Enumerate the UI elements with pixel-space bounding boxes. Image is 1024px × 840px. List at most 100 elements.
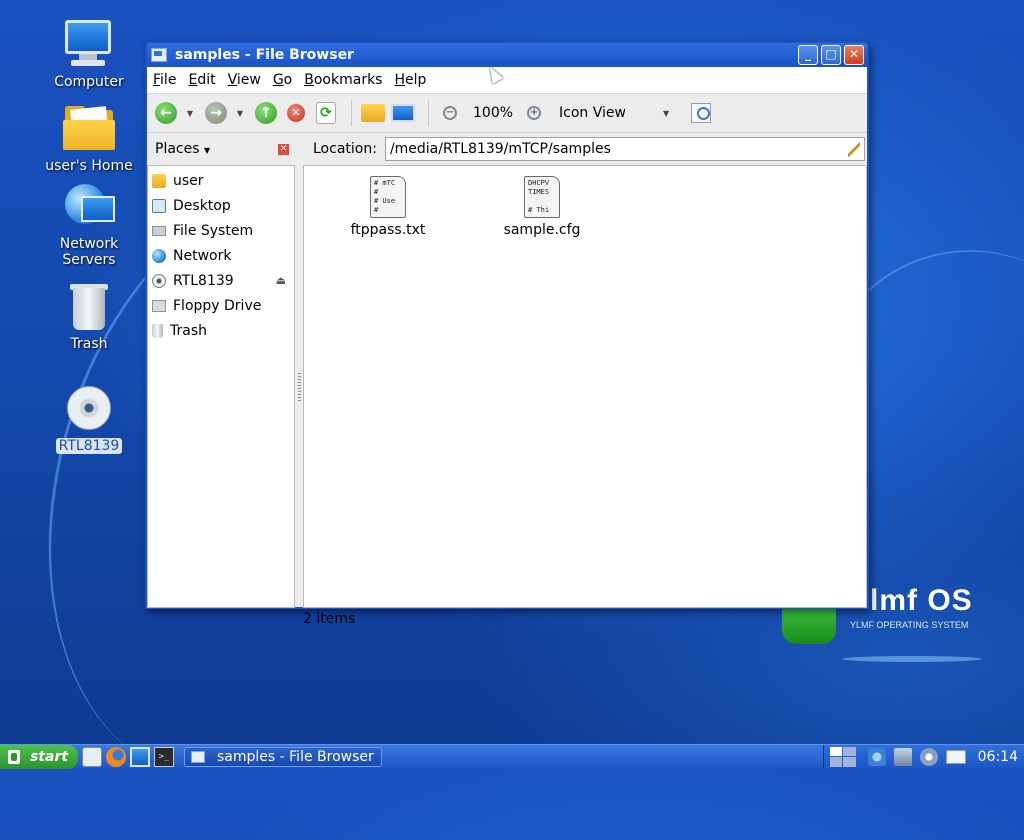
menu-bar: File Edit View Go Bookmarks Help — [147, 67, 867, 94]
title-bar[interactable]: samples - File Browser _ □ ✕ — [147, 43, 867, 67]
sidebar-item-label: Desktop — [173, 197, 231, 214]
file-item[interactable]: # mTC # # Use # ftppass.txt — [328, 176, 448, 238]
menu-view[interactable]: View — [228, 72, 261, 88]
sidebar-item-network[interactable]: Network — [148, 243, 294, 268]
desktop-icon-trash[interactable]: Trash — [34, 282, 144, 352]
places-title: Places — [155, 141, 200, 157]
logo-subtitle: YLMF OPERATING SYSTEM — [850, 620, 969, 630]
start-button[interactable]: start — [0, 744, 78, 769]
places-header: Places ▼ ✕ — [147, 141, 295, 157]
maximize-button[interactable]: □ — [821, 45, 841, 65]
zoom-in-icon: + — [527, 106, 542, 120]
folder-icon — [152, 173, 166, 188]
window-icon — [191, 750, 205, 763]
menu-file[interactable]: File — [153, 72, 176, 88]
menu-go[interactable]: Go — [273, 72, 292, 88]
window-title: samples - File Browser — [175, 47, 354, 63]
close-sidebar-button[interactable]: ✕ — [278, 143, 289, 155]
file-item[interactable]: DHCPV TIMES # Thi sample.cfg — [482, 176, 602, 238]
sidebar-item-file-system[interactable]: File System — [148, 218, 294, 243]
location-label: Location: — [313, 141, 377, 157]
firefox-launcher-icon[interactable] — [106, 746, 126, 767]
file-browser-window: samples - File Browser _ □ ✕ File Edit V… — [145, 41, 869, 627]
window-icon — [151, 48, 167, 62]
desktop-icon-label: RTL8139 — [55, 438, 123, 454]
file-name: sample.cfg — [503, 222, 581, 238]
floppy-icon — [152, 299, 166, 312]
location-row: Places ▼ ✕ Location: /media/RTL8139/mTCP… — [147, 133, 867, 165]
menu-help[interactable]: Help — [394, 72, 426, 88]
computer-button[interactable] — [390, 100, 416, 126]
system-tray: 06:14 — [822, 744, 1024, 769]
network-servers-icon — [61, 182, 117, 234]
file-manager-launcher-icon[interactable] — [82, 746, 102, 767]
reload-icon: ⟳ — [316, 102, 336, 124]
content-area: user Desktop File System Network RTL8139… — [147, 165, 867, 608]
sidebar-item-label: Trash — [170, 322, 207, 339]
trash-icon — [152, 323, 163, 338]
clock[interactable]: 06:14 — [978, 749, 1018, 765]
mail-icon[interactable] — [945, 749, 966, 764]
places-menu[interactable]: Places ▼ — [155, 141, 278, 157]
workspace-pager[interactable] — [829, 746, 856, 767]
sidebar-item-user[interactable]: user — [148, 168, 294, 193]
sidebar-resize-handle[interactable] — [295, 165, 303, 608]
menu-edit[interactable]: Edit — [188, 72, 215, 88]
view-mode-value: Icon View — [559, 105, 626, 121]
forward-button[interactable]: → — [203, 100, 229, 126]
close-button[interactable]: ✕ — [844, 45, 864, 65]
reload-button[interactable]: ⟳ — [313, 100, 339, 126]
clear-location-icon[interactable] — [847, 141, 860, 157]
sidebar-item-rtl8139[interactable]: RTL8139 ⏏ — [148, 268, 294, 293]
desktop-icon-rtl8139[interactable]: RTL8139 — [34, 384, 144, 454]
minimize-button[interactable]: _ — [798, 45, 818, 65]
chevron-down-icon: ▼ — [203, 146, 211, 155]
computer-icon — [61, 20, 117, 72]
desktop-icon-network-servers[interactable]: Network Servers — [34, 182, 144, 268]
show-desktop-icon[interactable] — [130, 746, 150, 767]
location-input[interactable]: /media/RTL8139/mTCP/samples — [384, 137, 865, 161]
desktop-icon-home[interactable]: user's Home — [34, 104, 144, 174]
stop-button[interactable]: ✕ — [283, 100, 309, 126]
zoom-out-button[interactable]: − — [437, 100, 463, 126]
cdrom-icon — [61, 384, 117, 436]
forward-history-dropdown[interactable]: ▼ — [233, 109, 247, 118]
computer-icon — [391, 104, 415, 122]
volume-icon[interactable] — [919, 747, 938, 766]
zoom-in-button[interactable]: + — [521, 100, 547, 126]
network-status-icon[interactable] — [867, 747, 886, 766]
view-mode-select[interactable]: Icon View ▼ — [559, 105, 679, 121]
toolbar: ← ▼ → ▼ ↑ ✕ ⟳ − 100% + Icon View ▼ — [147, 94, 867, 133]
file-view[interactable]: # mTC # # Use # ftppass.txt DHCPV TIMES … — [303, 165, 867, 608]
terminal-launcher-icon[interactable]: >_ — [154, 746, 174, 767]
file-name: ftppass.txt — [350, 222, 426, 238]
status-bar: 2 items — [147, 608, 867, 630]
taskbar-window-button[interactable]: samples - File Browser — [184, 746, 382, 767]
display-icon[interactable] — [893, 747, 912, 766]
sidebar-item-label: RTL8139 — [173, 272, 234, 289]
sidebar-item-label: Floppy Drive — [173, 297, 262, 314]
desktop-icon-label: Network Servers — [59, 236, 119, 268]
sidebar-item-desktop[interactable]: Desktop — [148, 193, 294, 218]
desktop-icon-label: Trash — [70, 336, 108, 352]
status-text: 2 items — [303, 611, 356, 627]
start-label: start — [30, 748, 69, 765]
up-button[interactable]: ↑ — [253, 100, 279, 126]
desktop-icon-computer[interactable]: Computer — [34, 20, 144, 90]
home-folder-icon — [61, 104, 117, 156]
back-history-dropdown[interactable]: ▼ — [183, 109, 197, 118]
sidebar-item-floppy-drive[interactable]: Floppy Drive — [148, 293, 294, 318]
back-button[interactable]: ← — [153, 100, 179, 126]
eject-icon[interactable]: ⏏ — [276, 274, 286, 287]
zoom-out-icon: − — [443, 106, 457, 120]
sidebar-item-trash[interactable]: Trash — [148, 318, 294, 343]
desktop-icon-label: user's Home — [45, 158, 133, 174]
sidebar-item-label: user — [173, 172, 204, 189]
drive-icon — [152, 225, 166, 236]
home-folder-icon — [361, 104, 385, 122]
search-button[interactable] — [691, 103, 712, 123]
trash-icon — [61, 282, 117, 334]
logo-text: lmf OS — [870, 584, 973, 617]
home-button[interactable] — [360, 100, 386, 126]
menu-bookmarks[interactable]: Bookmarks — [304, 72, 382, 88]
